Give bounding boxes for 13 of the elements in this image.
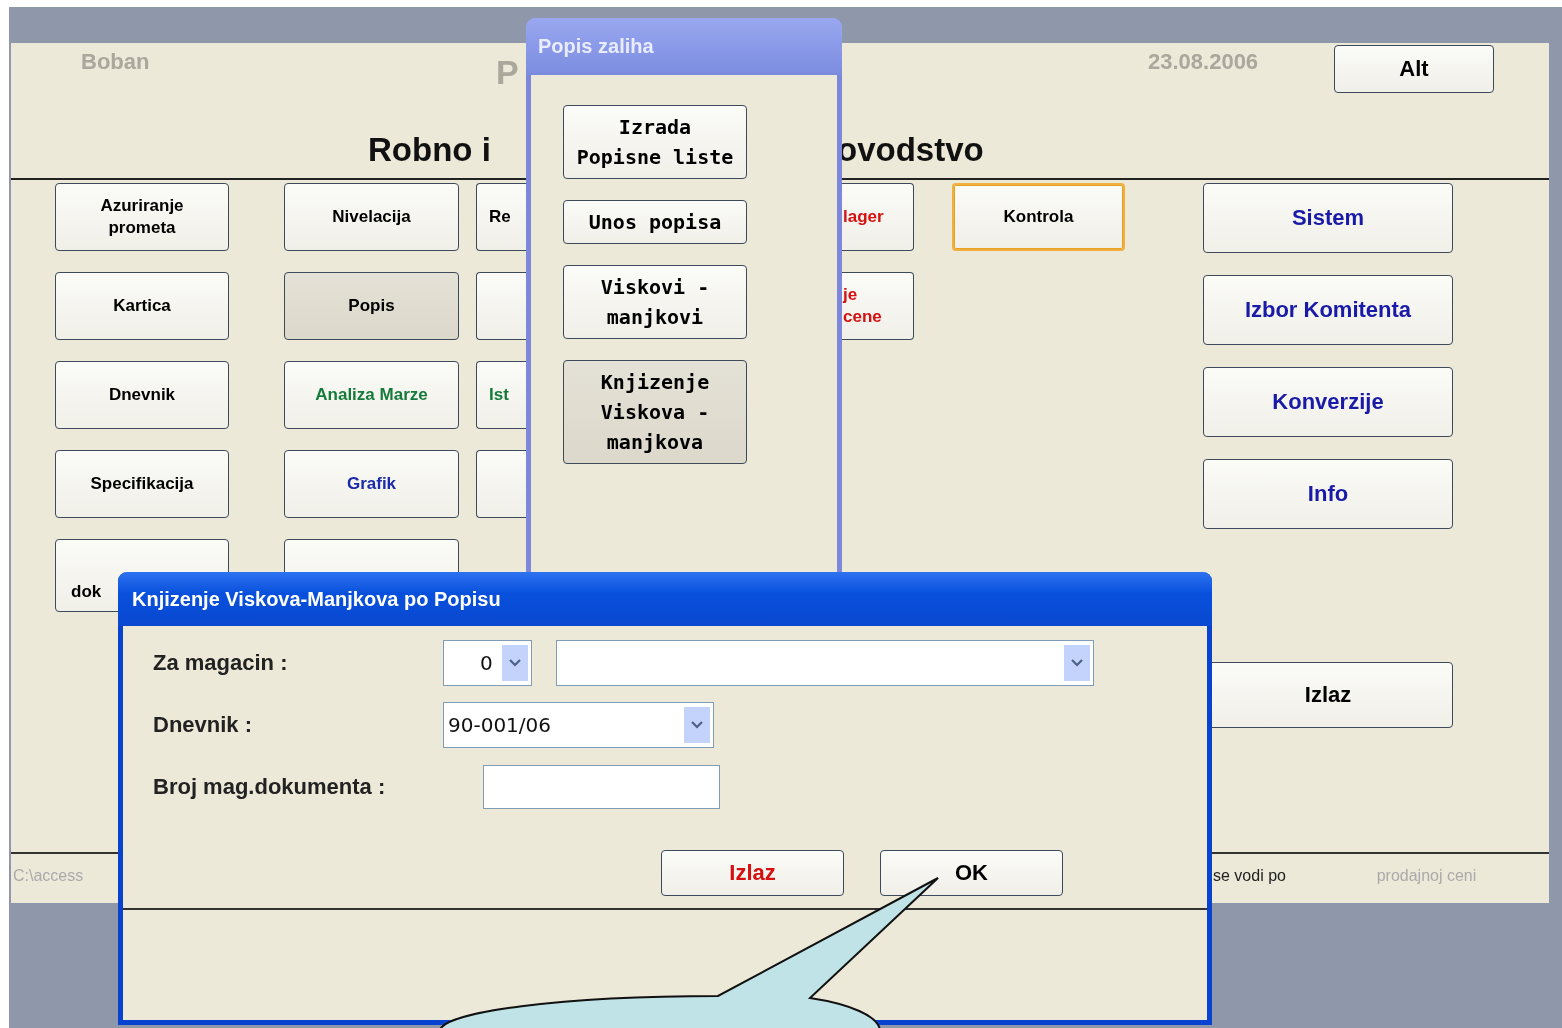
popup-title: Popis zaliha	[526, 18, 842, 75]
user-name: Boban	[81, 49, 151, 75]
form-title: P	[496, 53, 520, 92]
status-value: prodajnoj ceni	[1376, 867, 1478, 885]
file-path: C:\access	[13, 867, 84, 885]
dialog-title: Knjizenje Viskova-Manjkova po Popisu	[118, 572, 1212, 626]
field-label: Za magacin :	[153, 650, 289, 676]
field-label: Dnevnik :	[153, 712, 254, 738]
heading: ovodstvo	[837, 130, 984, 169]
date-label: 23.08.2006	[1148, 49, 1260, 75]
field-label: Broj mag.dokumenta :	[153, 774, 387, 800]
heading: Robno i	[368, 130, 491, 169]
status-text: se vodi po	[1213, 867, 1287, 885]
